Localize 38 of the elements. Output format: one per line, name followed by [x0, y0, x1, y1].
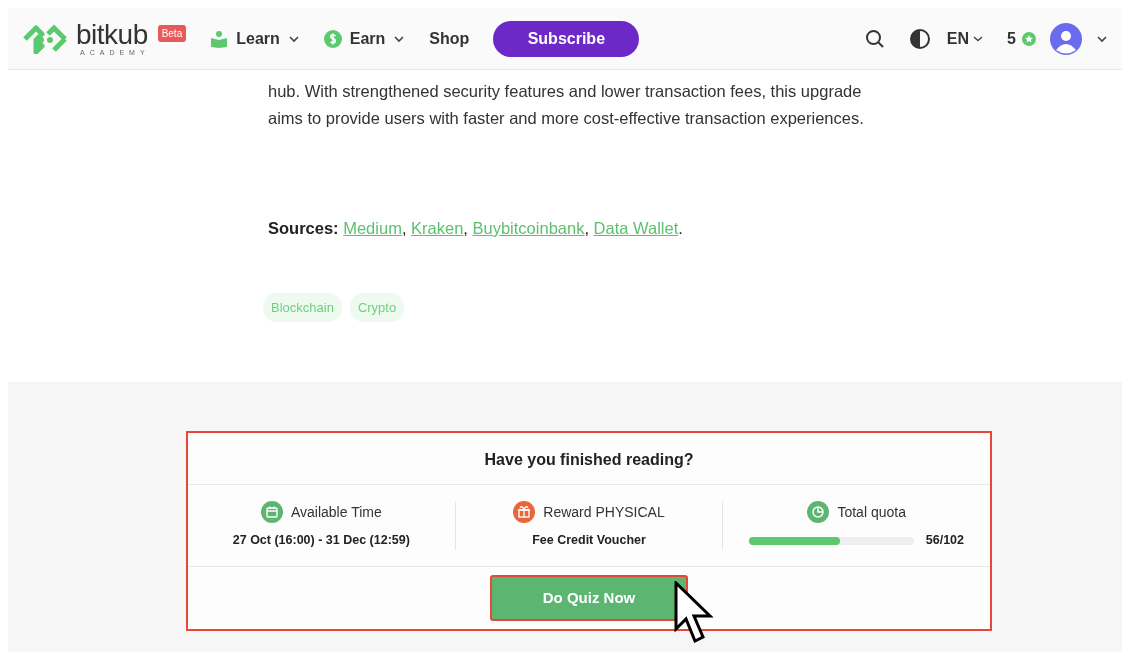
language-selector[interactable]: EN [946, 26, 984, 51]
quiz-title: Have you finished reading? [188, 433, 990, 486]
stat-value: 27 Oct (16:00) - 31 Dec (12:59) [231, 532, 411, 550]
chevron-down-icon[interactable] [1096, 33, 1108, 44]
chevron-down-icon[interactable] [393, 33, 406, 44]
nav-link[interactable]: Earn [349, 26, 386, 51]
gift-icon [513, 501, 536, 524]
contrast-icon[interactable] [908, 27, 931, 50]
stat-value: Fee Credit Voucher [531, 532, 647, 550]
chevron-down-icon[interactable] [287, 33, 300, 44]
tag-chip[interactable]: Blockchain [263, 292, 342, 323]
star-coin-icon [1022, 31, 1036, 46]
source-link[interactable]: Buybitcoinbank [472, 219, 585, 237]
reader-icon [210, 29, 229, 48]
stat-label: Reward PHYSICAL [543, 502, 665, 522]
search-icon[interactable] [864, 28, 885, 49]
nav-link[interactable]: Learn [236, 26, 280, 51]
logo-icon [22, 23, 68, 54]
chevron-down-icon [973, 34, 984, 43]
logo-wordmark: bitkub [76, 21, 149, 49]
source-link[interactable]: Medium [343, 219, 402, 237]
beta-badge: Beta [157, 25, 187, 42]
stat-label: Available Time [290, 502, 382, 522]
stat-label: Total quota [837, 502, 906, 522]
points-count: 5 [1007, 28, 1016, 49]
subscribe-button[interactable]: Subscribe [493, 20, 640, 57]
nav-link[interactable]: Shop [429, 26, 470, 51]
do-quiz-button[interactable]: Do Quiz Now [490, 575, 688, 621]
pie-chart-icon [807, 501, 830, 524]
source-link[interactable]: Kraken [411, 219, 464, 237]
quota-count: 56/102 [925, 532, 964, 550]
sources-text: Sources: Medium, Kraken, Buybitcoinbank, Data Wallet. [268, 218, 684, 239]
dollar-coin-icon [323, 29, 342, 48]
source-link[interactable]: Data Wallet [593, 219, 679, 237]
calendar-icon [260, 501, 283, 524]
tag-chip[interactable]: Crypto [349, 292, 405, 323]
article-paragraph: hub. With strengthened security features and lower transaction fees, this upgrade aims to provide users with faster and more cost-effective transaction experiences. [268, 81, 865, 129]
avatar-icon[interactable] [1050, 22, 1082, 55]
